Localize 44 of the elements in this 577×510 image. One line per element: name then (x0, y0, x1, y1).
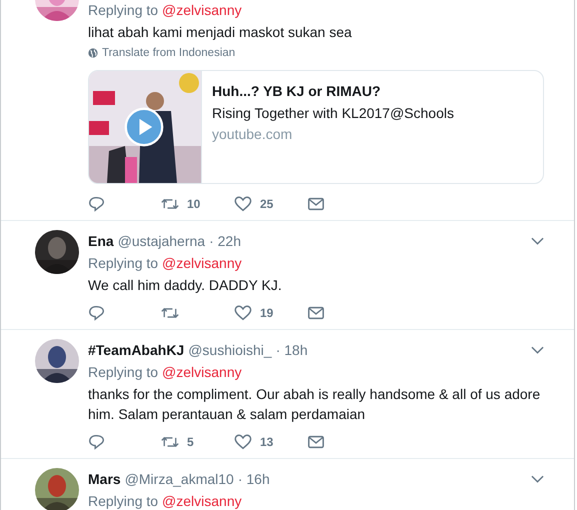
mention-link[interactable]: @zelvisanny (162, 0, 242, 21)
heart-icon[interactable] (234, 195, 252, 213)
user-handle[interactable]: @ustajaherna (118, 233, 206, 249)
tweet-text: We call him daddy. DADDY KJ. (88, 276, 283, 295)
user-handle[interactable]: @Mirza_akmal10 (124, 471, 234, 487)
like-count: 13 (260, 435, 274, 449)
replying-label: Replying to (88, 254, 158, 273)
replying-label: Replying to (88, 363, 158, 382)
reply-icon[interactable] (88, 195, 106, 213)
link-card[interactable]: Huh...? YB KJ or RIMAU? Rising Together with KL2017@Schools youtube.com (88, 70, 544, 184)
card-domain: youtube.com (212, 125, 294, 144)
replying-label: Replying to (88, 1, 158, 20)
user-name[interactable]: Ena (88, 233, 114, 249)
card-title: Huh...? YB KJ or RIMAU? (212, 82, 382, 101)
tweet-time[interactable]: · 22h (209, 233, 241, 249)
tweet-text: thanks for the compliment. Our abah is really handsome & all of us adore him. Salam perantauan & salam perdamaian (88, 385, 542, 424)
user-handle[interactable]: @sushioishi_ (188, 342, 272, 358)
mention-link[interactable]: @zelvisanny (162, 361, 242, 383)
globe-icon (88, 48, 98, 58)
envelope-icon[interactable] (307, 304, 325, 322)
chevron-down-icon[interactable] (531, 346, 544, 354)
envelope-icon[interactable] (307, 433, 325, 451)
tweet-time[interactable]: · 18h (276, 342, 308, 358)
reply-icon[interactable] (88, 433, 106, 451)
user-name[interactable]: #TeamAbahKJ (88, 342, 184, 358)
mention-link[interactable]: @zelvisanny (162, 490, 242, 510)
retweet-count: 10 (187, 197, 200, 211)
retweet-count: 5 (187, 435, 194, 449)
heart-icon[interactable] (234, 433, 252, 451)
like-count: 19 (260, 306, 274, 320)
chevron-down-icon[interactable] (531, 475, 544, 483)
chevron-down-icon[interactable] (531, 237, 544, 245)
envelope-icon[interactable] (307, 195, 325, 213)
card-description: Rising Together with KL2017@Schools (212, 104, 454, 123)
tweet-time[interactable]: · 16h (238, 471, 270, 487)
play-icon[interactable] (124, 107, 164, 147)
like-count: 25 (260, 197, 274, 211)
heart-icon[interactable] (234, 304, 252, 322)
tweet-text: lihat abah kami menjadi maskot sukan sea (88, 23, 353, 42)
mention-link[interactable]: @zelvisanny (162, 252, 242, 274)
replying-label: Replying to (88, 492, 158, 510)
translate-link[interactable]: Translate from Indonesian (102, 47, 236, 59)
reply-icon[interactable] (88, 304, 106, 322)
user-name[interactable]: Mars (88, 471, 121, 487)
